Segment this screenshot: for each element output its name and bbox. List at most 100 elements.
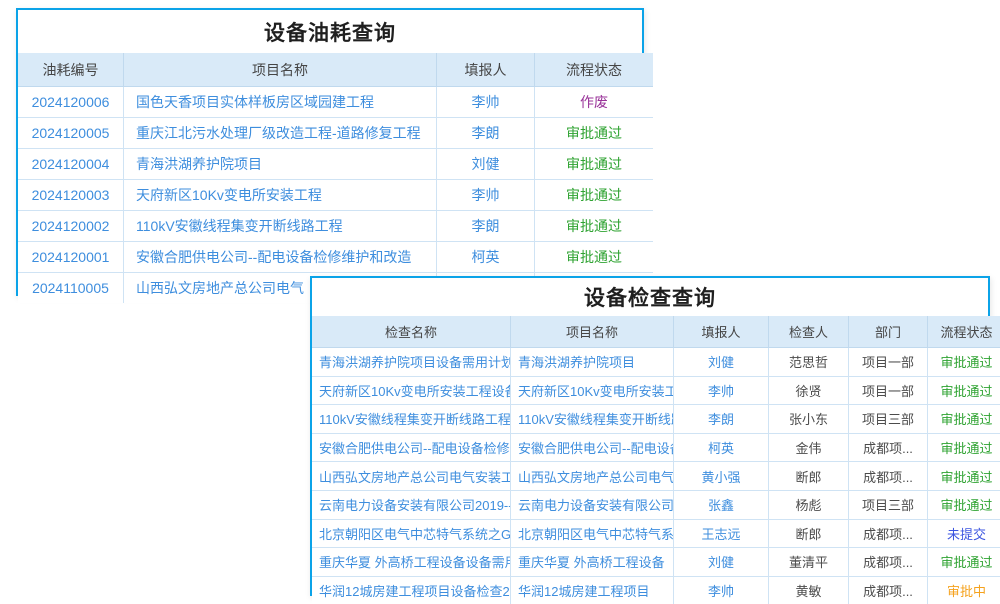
table-row[interactable]: 重庆华夏 外高桥工程设备设备需用重庆华夏 外高桥工程设备刘健董清平成都项...审… <box>312 548 1000 577</box>
column-header-inspection-name: 检查名称 <box>312 316 511 348</box>
cell-reporter[interactable]: 李朗 <box>674 405 769 434</box>
cell-fuel-id[interactable]: 2024120003 <box>18 180 124 211</box>
column-header-reporter: 填报人 <box>674 316 769 348</box>
table-header-row: 油耗编号项目名称填报人流程状态 <box>18 53 653 87</box>
cell-inspection-name[interactable]: 安徽合肥供电公司--配电设备检修维 <box>312 433 511 462</box>
table-row[interactable]: 2024120004青海洪湖养护院项目刘健审批通过 <box>18 149 653 180</box>
cell-inspector: 断郎 <box>769 462 849 491</box>
table-row[interactable]: 云南电力设备安装有限公司2019--1云南电力设备安装有限公司2张鑫杨彪项目三部… <box>312 490 1000 519</box>
cell-department: 成都项... <box>849 548 928 577</box>
cell-reporter[interactable]: 李朗 <box>437 118 535 149</box>
cell-status: 审批通过 <box>928 348 1000 377</box>
table-row[interactable]: 天府新区10Kv变电所安装工程设备天府新区10Kv变电所安装工程李帅徐贤项目一部… <box>312 376 1000 405</box>
table-row[interactable]: 2024120005重庆江北污水处理厂级改造工程-道路修复工程李朗审批通过 <box>18 118 653 149</box>
cell-reporter[interactable]: 刘健 <box>674 348 769 377</box>
cell-project-name[interactable]: 天府新区10Kv变电所安装工程 <box>511 376 674 405</box>
cell-inspector: 董清平 <box>769 548 849 577</box>
equipment-inspection-table: 检查名称项目名称填报人检查人部门流程状态 青海洪湖养护院项目设备需用计划青海洪湖… <box>312 316 1000 604</box>
page-title: 设备油耗查询 <box>18 10 642 53</box>
cell-project-name[interactable]: 云南电力设备安装有限公司2 <box>511 490 674 519</box>
column-header-project-name: 项目名称 <box>124 53 437 87</box>
cell-project-name[interactable]: 安徽合肥供电公司--配电设备 <box>511 433 674 462</box>
cell-status: 审批通过 <box>535 211 654 242</box>
table-row[interactable]: 2024120003天府新区10Kv变电所安装工程李帅审批通过 <box>18 180 653 211</box>
cell-inspector: 金伟 <box>769 433 849 462</box>
cell-department: 项目一部 <box>849 376 928 405</box>
cell-reporter[interactable]: 李朗 <box>437 211 535 242</box>
cell-department: 成都项... <box>849 433 928 462</box>
cell-inspector: 杨彪 <box>769 490 849 519</box>
cell-project-name[interactable]: 安徽合肥供电公司--配电设备检修维护和改造 <box>124 242 437 273</box>
cell-project-name[interactable]: 青海洪湖养护院项目 <box>124 149 437 180</box>
column-header-department: 部门 <box>849 316 928 348</box>
cell-inspection-name[interactable]: 北京朝阳区电气中芯特气系统之GI <box>312 519 511 548</box>
cell-status: 未提交 <box>928 519 1000 548</box>
cell-status: 审批通过 <box>535 118 654 149</box>
cell-reporter[interactable]: 刘健 <box>437 149 535 180</box>
table-row[interactable]: 2024120006国色天香项目实体样板房区域园建工程李帅作废 <box>18 87 653 118</box>
fuel-consumption-table: 油耗编号项目名称填报人流程状态 2024120006国色天香项目实体样板房区域园… <box>18 53 653 303</box>
cell-status: 审批通过 <box>928 433 1000 462</box>
cell-inspection-name[interactable]: 青海洪湖养护院项目设备需用计划 <box>312 348 511 377</box>
table-row[interactable]: 青海洪湖养护院项目设备需用计划青海洪湖养护院项目刘健范思哲项目一部审批通过 <box>312 348 1000 377</box>
table-row[interactable]: 北京朝阳区电气中芯特气系统之GI北京朝阳区电气中芯特气系统王志远断郎成都项...… <box>312 519 1000 548</box>
table-row[interactable]: 安徽合肥供电公司--配电设备检修维安徽合肥供电公司--配电设备柯英金伟成都项..… <box>312 433 1000 462</box>
cell-fuel-id[interactable]: 2024120004 <box>18 149 124 180</box>
cell-project-name[interactable]: 天府新区10Kv变电所安装工程 <box>124 180 437 211</box>
table-row[interactable]: 山西弘文房地产总公司电气安装工山西弘文房地产总公司电气安黄小强断郎成都项...审… <box>312 462 1000 491</box>
cell-inspector: 范思哲 <box>769 348 849 377</box>
cell-project-name[interactable]: 国色天香项目实体样板房区域园建工程 <box>124 87 437 118</box>
table-row[interactable]: 110kV安徽线程集变开断线路工程设110kV安徽线程集变开断线路李朗张小东项目… <box>312 405 1000 434</box>
cell-fuel-id[interactable]: 2024110005 <box>18 273 124 304</box>
cell-reporter[interactable]: 柯英 <box>674 433 769 462</box>
fuel-consumption-query-panel: 设备油耗查询 油耗编号项目名称填报人流程状态 2024120006国色天香项目实… <box>16 8 644 296</box>
equipment-inspection-query-panel: 设备检查查询 检查名称项目名称填报人检查人部门流程状态 青海洪湖养护院项目设备需… <box>310 276 990 596</box>
cell-reporter[interactable]: 王志远 <box>674 519 769 548</box>
table-header-row: 检查名称项目名称填报人检查人部门流程状态 <box>312 316 1000 348</box>
cell-status: 审批通过 <box>535 180 654 211</box>
column-header-status: 流程状态 <box>535 53 654 87</box>
cell-inspection-name[interactable]: 山西弘文房地产总公司电气安装工 <box>312 462 511 491</box>
cell-project-name[interactable]: 重庆华夏 外高桥工程设备 <box>511 548 674 577</box>
cell-project-name[interactable]: 北京朝阳区电气中芯特气系统 <box>511 519 674 548</box>
cell-reporter[interactable]: 刘健 <box>674 548 769 577</box>
cell-project-name[interactable]: 青海洪湖养护院项目 <box>511 348 674 377</box>
cell-reporter[interactable]: 黄小强 <box>674 462 769 491</box>
cell-department: 成都项... <box>849 462 928 491</box>
cell-fuel-id[interactable]: 2024120002 <box>18 211 124 242</box>
cell-status: 审批通过 <box>928 490 1000 519</box>
cell-reporter[interactable]: 李帅 <box>674 376 769 405</box>
cell-inspector: 张小东 <box>769 405 849 434</box>
column-header-status: 流程状态 <box>928 316 1000 348</box>
cell-project-name[interactable]: 山西弘文房地产总公司电气安 <box>511 462 674 491</box>
cell-reporter[interactable]: 李帅 <box>437 87 535 118</box>
cell-status: 审批通过 <box>928 462 1000 491</box>
cell-inspection-name[interactable]: 云南电力设备安装有限公司2019--1 <box>312 490 511 519</box>
page-title: 设备检查查询 <box>312 278 988 316</box>
cell-status: 审批通过 <box>535 242 654 273</box>
cell-fuel-id[interactable]: 2024120005 <box>18 118 124 149</box>
cell-department: 项目三部 <box>849 490 928 519</box>
cell-inspection-name[interactable]: 天府新区10Kv变电所安装工程设备 <box>312 376 511 405</box>
cell-department: 项目三部 <box>849 405 928 434</box>
cell-inspection-name[interactable]: 110kV安徽线程集变开断线路工程设 <box>312 405 511 434</box>
cell-status: 作废 <box>535 87 654 118</box>
table-row[interactable]: 2024120002110kV安徽线程集变开断线路工程李朗审批通过 <box>18 211 653 242</box>
cell-status: 审批通过 <box>928 376 1000 405</box>
cell-department: 项目一部 <box>849 348 928 377</box>
cell-status: 审批通过 <box>928 405 1000 434</box>
cell-project-name[interactable]: 110kV安徽线程集变开断线路工程 <box>124 211 437 242</box>
cell-fuel-id[interactable]: 2024120001 <box>18 242 124 273</box>
column-header-fuel-id: 油耗编号 <box>18 53 124 87</box>
cell-reporter[interactable]: 李帅 <box>437 180 535 211</box>
cell-reporter[interactable]: 张鑫 <box>674 490 769 519</box>
column-header-inspector: 检查人 <box>769 316 849 348</box>
cell-project-name[interactable]: 110kV安徽线程集变开断线路 <box>511 405 674 434</box>
cell-reporter[interactable]: 柯英 <box>437 242 535 273</box>
cell-department: 成都项... <box>849 519 928 548</box>
cell-project-name[interactable]: 重庆江北污水处理厂级改造工程-道路修复工程 <box>124 118 437 149</box>
cell-fuel-id[interactable]: 2024120006 <box>18 87 124 118</box>
table-row[interactable]: 2024120001安徽合肥供电公司--配电设备检修维护和改造柯英审批通过 <box>18 242 653 273</box>
cell-inspector: 断郎 <box>769 519 849 548</box>
cell-inspection-name[interactable]: 重庆华夏 外高桥工程设备设备需用 <box>312 548 511 577</box>
